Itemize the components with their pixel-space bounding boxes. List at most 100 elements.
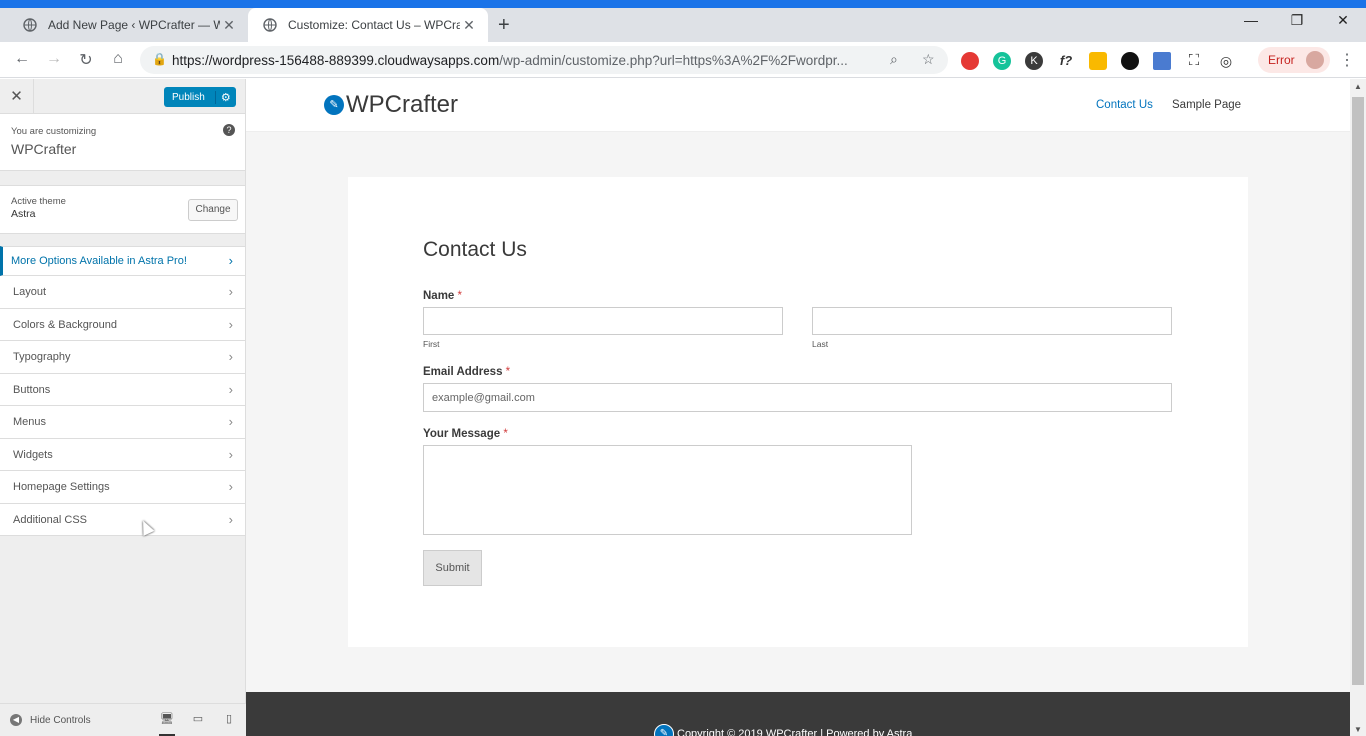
extension-k-icon[interactable]: K — [1025, 52, 1043, 70]
site-footer: ✎ Copyright © 2019 WPCrafter | Powered b… — [246, 692, 1350, 736]
last-name-input[interactable] — [812, 307, 1172, 335]
tab-close-icon[interactable]: ✕ — [460, 17, 478, 34]
sidebar-item-typography[interactable]: Typography › — [0, 341, 245, 374]
chevron-right-icon: › — [228, 414, 233, 429]
nav-link-contact-us[interactable]: Contact Us — [1096, 99, 1153, 111]
publish-label: Publish — [172, 91, 205, 103]
chevron-right-icon: › — [228, 511, 233, 527]
tab-title: Customize: Contact Us – WPCraft — [288, 18, 460, 32]
first-name-input[interactable] — [423, 307, 783, 335]
sidebar-item-menus[interactable]: Menus › — [0, 406, 245, 439]
back-icon[interactable]: ← — [11, 50, 33, 72]
site-logo[interactable]: ✎ WPCrafter — [324, 91, 458, 119]
tab-close-icon[interactable]: ✕ — [220, 17, 238, 34]
sidebar-item-layout[interactable]: Layout › — [0, 276, 245, 309]
hide-controls-button[interactable]: ◀ Hide Controls — [10, 714, 91, 726]
customizer-header: ✕ Publish ⚙ — [0, 79, 245, 114]
active-theme-panel: Active theme Astra Change — [0, 185, 245, 234]
scroll-up-icon[interactable]: ▲ — [1354, 82, 1362, 91]
chevron-right-icon: › — [228, 284, 233, 299]
reload-icon[interactable]: ↻ — [75, 50, 97, 72]
url-field[interactable]: 🔒 https://wordpress-156488-889399.cloudw… — [140, 46, 948, 74]
email-placeholder: example@gmail.com — [432, 391, 535, 404]
error-label: Error — [1268, 53, 1295, 67]
restore-icon[interactable]: ❐ — [1274, 12, 1320, 36]
font-finder-icon[interactable]: f? — [1057, 52, 1075, 70]
sidebar-item-label: Colors & Background — [13, 318, 117, 331]
zoom-icon[interactable]: ⌕ — [890, 51, 898, 68]
astra-pro-link[interactable]: More Options Available in Astra Pro! › — [0, 246, 245, 276]
customizer-footer: ◀ Hide Controls 🖥 ▭ ▯ — [0, 703, 246, 736]
lock-icon: 🔒 — [152, 52, 167, 66]
preview-scrollbar[interactable]: ▲ ▼ — [1350, 79, 1366, 736]
globe-icon — [262, 17, 278, 33]
forward-icon[interactable]: → — [43, 50, 65, 72]
tab-add-new-page[interactable]: Add New Page ‹ WPCrafter — W ✕ — [8, 8, 248, 42]
desktop-preview-icon[interactable]: 🖥 — [159, 712, 175, 736]
url-path: /wp-admin/customize.php?url=https%3A%2F%… — [499, 52, 848, 68]
message-textarea[interactable] — [423, 445, 912, 535]
sidebar-item-label: Widgets — [13, 448, 53, 461]
extension-bell-icon[interactable] — [1089, 52, 1107, 70]
sidebar-item-widgets[interactable]: Widgets › — [0, 438, 245, 471]
extension-dark-icon[interactable] — [1121, 52, 1139, 70]
sidebar-item-additional-css[interactable]: Additional CSS › — [0, 503, 245, 536]
sidebar-item-label: Menus — [13, 416, 47, 428]
profile-error-button[interactable]: Error — [1258, 47, 1330, 73]
sidebar-item-label: Homepage Settings — [13, 481, 110, 493]
screenshot-icon[interactable]: ⛶ — [1185, 52, 1203, 70]
email-input[interactable]: example@gmail.com — [423, 383, 1172, 412]
submit-button[interactable]: Submit — [423, 550, 482, 586]
customizer-sidebar: ✕ Publish ⚙ You are customizing WPCrafte… — [0, 79, 246, 736]
sidebar-item-homepage-settings[interactable]: Homepage Settings › — [0, 471, 245, 504]
required-mark: * — [505, 366, 511, 378]
address-bar: ← → ↻ ⌂ 🔒 https://wordpress-156488-88939… — [0, 42, 1366, 78]
content-card: Contact Us Name * First Last Email Addre… — [348, 177, 1248, 647]
astra-pro-label: More Options Available in Astra Pro! — [11, 255, 187, 267]
capture-icon[interactable]: ◎ — [1217, 52, 1235, 70]
window-close-icon[interactable]: ✕ — [1320, 12, 1366, 36]
footer-copyright: ✎ Copyright © 2019 WPCrafter | Powered b… — [654, 724, 912, 736]
extension-color-icon[interactable] — [961, 52, 979, 70]
customizing-info: You are customizing WPCrafter ? — [0, 114, 245, 171]
browser-top-strip — [0, 0, 1366, 8]
avatar — [1306, 51, 1324, 69]
grammarly-icon[interactable]: G — [993, 52, 1011, 70]
url-domain: https://wordpress-156488-889399.cloudway… — [172, 52, 500, 68]
site-preview: ✎ WPCrafter Contact Us Sample Page Conta… — [246, 79, 1350, 736]
scrollbar-thumb[interactable] — [1352, 97, 1364, 685]
home-icon[interactable]: ⌂ — [107, 50, 129, 72]
close-customizer-icon[interactable]: ✕ — [0, 79, 34, 114]
pencil-logo-icon: ✎ — [654, 724, 674, 736]
minimize-icon[interactable]: — — [1228, 12, 1274, 36]
mobile-preview-icon[interactable]: ▯ — [221, 712, 237, 728]
nav-link-sample-page[interactable]: Sample Page — [1172, 99, 1241, 111]
sidebar-item-colors-background[interactable]: Colors & Background › — [0, 308, 245, 341]
chevron-right-icon: › — [228, 316, 233, 332]
sidebar-item-label: Additional CSS — [13, 513, 87, 526]
page-title: Contact Us — [423, 238, 527, 261]
site-title: WPCrafter — [346, 91, 459, 118]
change-theme-button[interactable]: Change — [188, 199, 238, 221]
scroll-down-icon[interactable]: ▼ — [1354, 725, 1362, 734]
chevron-right-icon: › — [228, 349, 233, 364]
browser-tab-bar: Add New Page ‹ WPCrafter — W ✕ Customize… — [0, 8, 1366, 42]
site-header: ✎ WPCrafter Contact Us Sample Page — [246, 79, 1350, 132]
message-field-label: Your Message * — [423, 428, 508, 440]
menu-kebab-icon[interactable]: ⋮ — [1336, 50, 1358, 72]
publish-button[interactable]: Publish ⚙ — [164, 87, 236, 107]
tab-customize[interactable]: Customize: Contact Us – WPCraft ✕ — [248, 8, 488, 42]
sidebar-item-label: Buttons — [13, 383, 51, 396]
site-name: WPCrafter — [11, 141, 77, 157]
globe-icon — [22, 17, 38, 33]
bookmark-star-icon[interactable]: ☆ — [922, 51, 935, 68]
tablet-preview-icon[interactable]: ▭ — [190, 712, 206, 728]
sidebar-item-buttons[interactable]: Buttons › — [0, 373, 245, 406]
help-icon[interactable]: ? — [223, 124, 235, 136]
new-tab-icon[interactable]: + — [498, 14, 510, 37]
gear-icon[interactable]: ⚙ — [214, 90, 236, 104]
extension-grid-icon[interactable] — [1153, 52, 1171, 70]
chevron-right-icon: › — [228, 479, 233, 494]
chevron-right-icon: › — [228, 381, 233, 397]
last-sublabel: Last — [812, 339, 829, 349]
